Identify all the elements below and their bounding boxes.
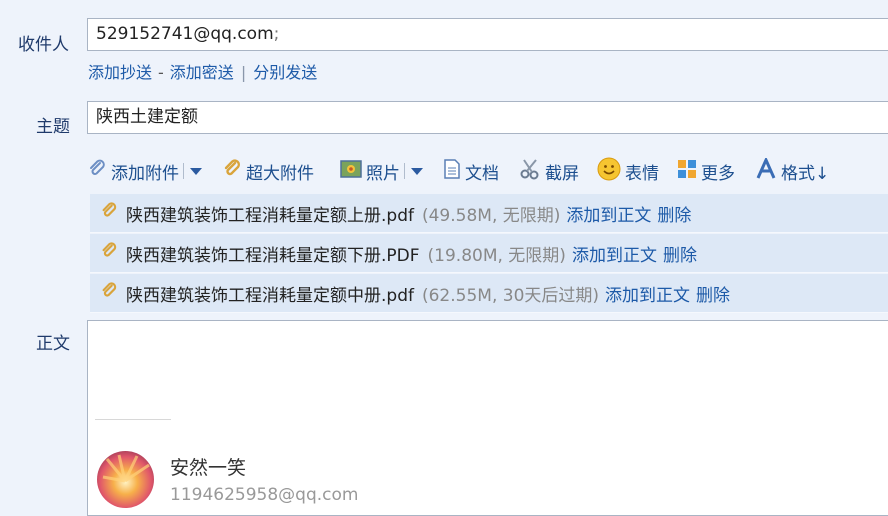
- attach-dropdown-icon[interactable]: [190, 167, 202, 175]
- attachment-name: 陕西建筑装饰工程消耗量定额中册.pdf: [126, 285, 414, 306]
- separate-send-link[interactable]: 分别发送: [253, 63, 317, 82]
- document-button[interactable]: 文档: [443, 158, 499, 184]
- smiley-icon: [597, 157, 621, 186]
- add-cc-link[interactable]: 添加抄送: [88, 63, 152, 82]
- screenshot-button[interactable]: 截屏: [519, 158, 579, 185]
- delete-attachment-link[interactable]: 删除: [657, 201, 691, 226]
- attachment-meta: (49.58M, 无限期): [421, 205, 561, 226]
- delete-attachment-link[interactable]: 删除: [696, 281, 730, 306]
- toolbar-divider: [183, 163, 184, 179]
- screenshot-label: 截屏: [545, 163, 579, 184]
- attachment-meta: (19.80M, 无限期): [427, 245, 566, 266]
- add-to-body-link[interactable]: 添加到正文: [572, 241, 657, 266]
- photo-dropdown-icon[interactable]: [411, 167, 423, 175]
- to-separator: ;: [273, 24, 280, 44]
- subject-input[interactable]: 陕西土建定额: [87, 101, 888, 134]
- to-value: 529152741@qq.com: [96, 24, 274, 44]
- paperclip-icon: [100, 241, 118, 266]
- cc-row: 添加抄送 - 添加密送 | 分别发送: [88, 59, 317, 83]
- format-button[interactable]: 格式↓: [755, 155, 830, 185]
- attachment-meta: (62.55M, 30天后过期): [421, 285, 600, 306]
- attachment-row: 陕西建筑装饰工程消耗量定额中册.pdf (62.55M, 30天后过期) 添加到…: [90, 274, 888, 313]
- add-to-body-link[interactable]: 添加到正文: [566, 201, 651, 226]
- body-label: 正文: [36, 334, 70, 354]
- emoji-label: 表情: [625, 163, 659, 184]
- document-icon: [443, 158, 461, 184]
- document-label: 文档: [465, 163, 499, 184]
- attachment-row: 陕西建筑装饰工程消耗量定额下册.PDF (19.80M, 无限期) 添加到正文 …: [90, 234, 888, 273]
- attachment-name: 陕西建筑装饰工程消耗量定额下册.PDF: [126, 245, 420, 266]
- emoji-button[interactable]: 表情: [597, 157, 659, 186]
- signature-divider: [95, 419, 171, 420]
- attachment-name: 陕西建筑装饰工程消耗量定额上册.pdf: [126, 205, 414, 226]
- big-attachment-label: 超大附件: [246, 163, 314, 184]
- to-field[interactable]: 529152741@qq.com;: [87, 18, 888, 51]
- add-attachment-button[interactable]: 添加附件: [87, 159, 184, 184]
- cc-divider: |: [240, 63, 247, 82]
- to-label: 收件人: [18, 35, 69, 55]
- subject-label: 主题: [36, 117, 70, 137]
- signature-name: 安然一笑: [170, 457, 247, 479]
- add-to-body-link[interactable]: 添加到正文: [605, 281, 690, 306]
- delete-attachment-link[interactable]: 删除: [663, 241, 697, 266]
- add-bcc-link[interactable]: 添加密送: [170, 63, 234, 82]
- more-label: 更多: [701, 163, 735, 184]
- add-attachment-label: 添加附件: [111, 163, 179, 184]
- scissors-icon: [519, 158, 541, 185]
- grid-icon: [677, 159, 697, 184]
- paperclip-icon: [100, 201, 118, 226]
- format-label: 格式↓: [781, 163, 830, 184]
- attachment-row: 陕西建筑装饰工程消耗量定额上册.pdf (49.58M, 无限期) 添加到正文 …: [90, 194, 888, 233]
- compose-toolbar: 添加附件 超大附件 照片 文档 截屏 表情 更多 格式↓: [87, 155, 888, 186]
- cc-dash: -: [158, 63, 164, 82]
- photo-icon: [340, 159, 362, 184]
- font-a-icon: [755, 155, 777, 185]
- gold-paperclip-icon: [222, 158, 242, 184]
- photo-button[interactable]: 照片: [340, 159, 405, 184]
- toolbar-divider: [404, 163, 405, 179]
- signature-email: 1194625958@qq.com: [170, 485, 359, 505]
- photo-label: 照片: [366, 163, 400, 184]
- paperclip-icon: [87, 159, 107, 184]
- more-button[interactable]: 更多: [677, 159, 735, 184]
- avatar: [97, 451, 154, 508]
- paperclip-icon: [100, 281, 118, 306]
- big-attachment-button[interactable]: 超大附件: [222, 158, 314, 184]
